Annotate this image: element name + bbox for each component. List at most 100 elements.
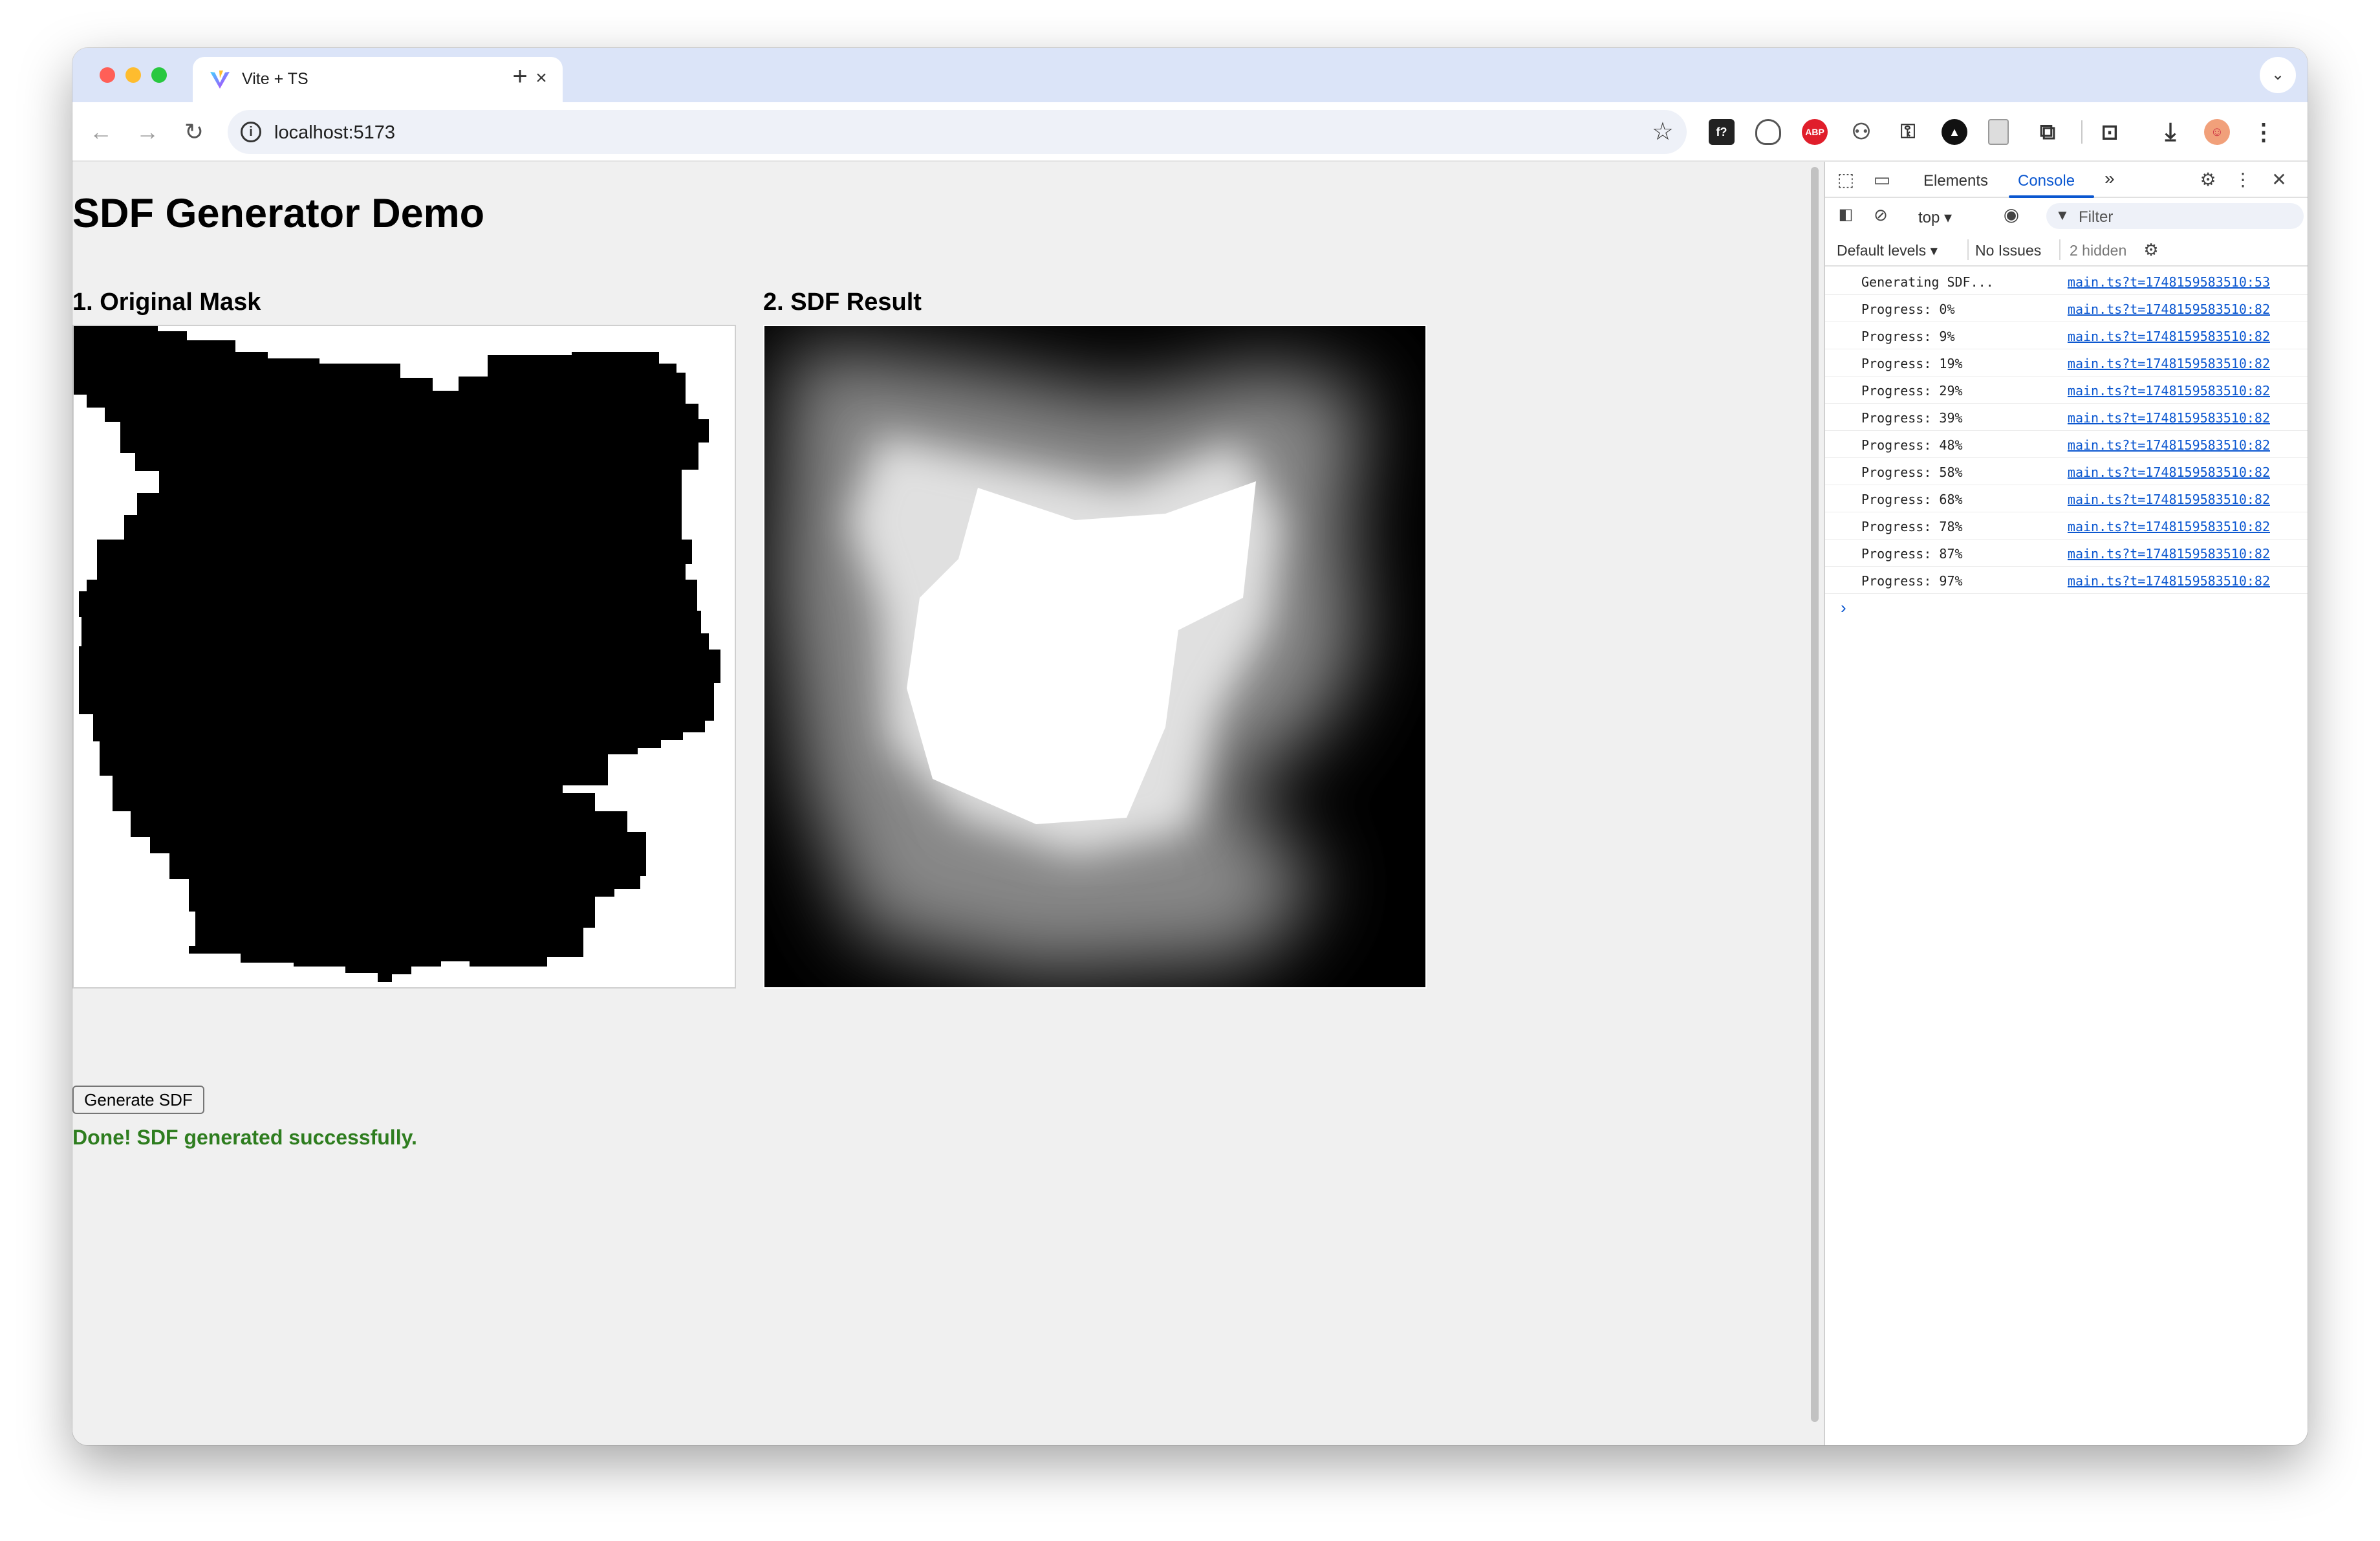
- console-log-row: Progress: 39% main.ts?t=1748159583510:82: [1825, 404, 2308, 431]
- download-icon[interactable]: ⤓: [2158, 119, 2183, 145]
- live-expression-eye-icon[interactable]: ◉: [2000, 203, 2023, 226]
- back-button[interactable]: ←: [81, 113, 120, 151]
- console-log-source-link[interactable]: main.ts?t=1748159583510:82: [2068, 546, 2270, 562]
- context-selector[interactable]: top ▾: [1918, 208, 1952, 227]
- extension-fx-icon[interactable]: f?: [1709, 119, 1735, 145]
- page-scrollbar[interactable]: [1806, 162, 1824, 1445]
- console-log-source-link[interactable]: main.ts?t=1748159583510:82: [2068, 519, 2270, 534]
- console-filter-input[interactable]: ▼ Filter: [2046, 203, 2304, 229]
- mask-shape-image: [74, 326, 720, 982]
- tab-console[interactable]: Console: [2018, 172, 2075, 190]
- hidden-count: 2 hidden: [2070, 242, 2127, 259]
- bookmark-star-icon[interactable]: ☆: [1652, 118, 1674, 146]
- sdf-result-canvas: [763, 325, 1427, 989]
- inspect-element-icon[interactable]: ⬚: [1834, 168, 1857, 191]
- zoom-window-button[interactable]: [151, 67, 167, 83]
- console-log-row: Progress: 87% main.ts?t=1748159583510:82: [1825, 540, 2308, 567]
- profile-avatar[interactable]: ☺: [2204, 119, 2230, 145]
- status-message: Done! SDF generated successfully.: [72, 1126, 417, 1149]
- console-log-source-link[interactable]: main.ts?t=1748159583510:82: [2068, 492, 2270, 507]
- extension-puzzle-face-icon[interactable]: ⚇: [1848, 119, 1874, 145]
- sdf-result-heading: 2. SDF Result: [763, 289, 922, 316]
- extension-gift-icon[interactable]: ⚿: [1895, 119, 1921, 145]
- browser-window: Vite + TS × + ⌄ ← → ↻ i localhost:5173 ☆…: [72, 48, 2308, 1445]
- toolbar-divider: [2081, 120, 2082, 144]
- extensions-menu-icon[interactable]: ⧉: [2035, 119, 2061, 145]
- browser-toolbar: ← → ↻ i localhost:5173 ☆ f? ABP ⚇ ⚿ ▲ ⧉ …: [72, 102, 2308, 162]
- console-levels-bar: Default levels ▾ No Issues 2 hidden ⚙: [1825, 233, 2308, 267]
- devtools-menu-icon[interactable]: ⋮: [2231, 168, 2255, 191]
- generate-sdf-button[interactable]: Generate SDF: [72, 1086, 204, 1114]
- extension-triangle-icon[interactable]: ▲: [1942, 119, 1967, 145]
- console-log-row: Progress: 9% main.ts?t=1748159583510:82: [1825, 322, 2308, 349]
- console-settings-icon[interactable]: ⚙: [2139, 238, 2163, 261]
- console-log-row: Progress: 58% main.ts?t=1748159583510:82: [1825, 458, 2308, 485]
- active-tab-indicator: [2009, 195, 2094, 198]
- console-log-source-link[interactable]: main.ts?t=1748159583510:82: [2068, 410, 2270, 426]
- close-devtools-icon[interactable]: ✕: [2267, 168, 2291, 191]
- forward-button[interactable]: →: [128, 113, 167, 151]
- console-log-row: Progress: 78% main.ts?t=1748159583510:82: [1825, 512, 2308, 540]
- console-log-message: Progress: 9%: [1861, 329, 1955, 344]
- tab-elements[interactable]: Elements: [1923, 172, 1988, 190]
- console-log-row: Progress: 19% main.ts?t=1748159583510:82: [1825, 349, 2308, 377]
- filter-icon: ▼: [2055, 207, 2070, 223]
- scrollbar-thumb[interactable]: [1811, 167, 1819, 1422]
- console-log-source-link[interactable]: main.ts?t=1748159583510:82: [2068, 356, 2270, 371]
- console-log-message: Progress: 39%: [1861, 410, 1963, 426]
- screenshot-icon[interactable]: ⊡: [2097, 119, 2123, 145]
- page-content: SDF Generator Demo 1. Original Mask 2. S…: [72, 162, 1806, 1445]
- console-log-row: Generating SDF... main.ts?t=1748159583510…: [1825, 268, 2308, 295]
- levels-divider: [1967, 239, 1969, 260]
- devtools-panel: ⬚ ▭ Elements Console » ⚙ ⋮ ✕ ◧ ⊘ top ▾ ◉…: [1824, 162, 2308, 1445]
- console-log-message: Progress: 48%: [1861, 437, 1963, 453]
- extension-page-icon[interactable]: [1988, 119, 2009, 145]
- device-toolbar-icon[interactable]: ▭: [1870, 168, 1894, 191]
- address-bar[interactable]: i localhost:5173 ☆: [228, 110, 1687, 154]
- console-toolbar: ◧ ⊘ top ▾ ◉ ▼ Filter: [1825, 199, 2308, 233]
- console-log-message: Progress: 68%: [1861, 492, 1963, 507]
- console-log-source-link[interactable]: main.ts?t=1748159583510:82: [2068, 464, 2270, 480]
- issues-count[interactable]: No Issues: [1975, 242, 2041, 259]
- console-log-source-link[interactable]: main.ts?t=1748159583510:82: [2068, 383, 2270, 399]
- console-log-source-link[interactable]: main.ts?t=1748159583510:53: [2068, 274, 2270, 290]
- extension-shield-icon[interactable]: [1755, 119, 1781, 145]
- console-log-message: Progress: 87%: [1861, 546, 1963, 562]
- console-log-message: Progress: 97%: [1861, 573, 1963, 589]
- clear-console-icon[interactable]: ⊘: [1869, 203, 1892, 226]
- browser-menu-icon[interactable]: ⋮: [2251, 119, 2277, 145]
- tab-search-button[interactable]: ⌄: [2260, 57, 2296, 93]
- console-log-message: Progress: 0%: [1861, 301, 1955, 317]
- log-levels-dropdown[interactable]: Default levels ▾: [1837, 242, 1938, 259]
- console-log-row: Progress: 68% main.ts?t=1748159583510:82: [1825, 485, 2308, 512]
- console-log-message: Progress: 78%: [1861, 519, 1963, 534]
- console-log-message: Progress: 58%: [1861, 464, 1963, 480]
- filter-placeholder: Filter: [2079, 208, 2114, 226]
- devtools-tab-bar: ⬚ ▭ Elements Console » ⚙ ⋮ ✕: [1825, 162, 2308, 198]
- sdf-gradient-image: [764, 326, 1425, 987]
- console-log: Generating SDF... main.ts?t=1748159583510…: [1825, 268, 2308, 621]
- console-log-source-link[interactable]: main.ts?t=1748159583510:82: [2068, 573, 2270, 589]
- more-tabs-icon[interactable]: »: [2104, 168, 2115, 189]
- settings-gear-icon[interactable]: ⚙: [2196, 168, 2220, 191]
- console-log-message: Generating SDF...: [1861, 274, 1994, 290]
- issues-divider: [2059, 239, 2061, 260]
- reload-button[interactable]: ↻: [175, 113, 213, 151]
- console-log-row: Progress: 0% main.ts?t=1748159583510:82: [1825, 295, 2308, 322]
- console-log-source-link[interactable]: main.ts?t=1748159583510:82: [2068, 301, 2270, 317]
- console-log-source-link[interactable]: main.ts?t=1748159583510:82: [2068, 329, 2270, 344]
- console-log-row: Progress: 48% main.ts?t=1748159583510:82: [1825, 431, 2308, 458]
- sidebar-toggle-icon[interactable]: ◧: [1834, 203, 1857, 226]
- console-log-source-link[interactable]: main.ts?t=1748159583510:82: [2068, 437, 2270, 453]
- adblock-plus-icon[interactable]: ABP: [1802, 119, 1828, 145]
- console-log-message: Progress: 29%: [1861, 383, 1963, 399]
- site-info-icon[interactable]: i: [241, 122, 261, 142]
- new-tab-button[interactable]: +: [502, 58, 538, 94]
- minimize-window-button[interactable]: [125, 67, 141, 83]
- console-log-row: Progress: 97% main.ts?t=1748159583510:82: [1825, 567, 2308, 594]
- console-prompt[interactable]: ›: [1825, 594, 2308, 621]
- close-window-button[interactable]: [100, 67, 115, 83]
- tab-title: Vite + TS: [242, 70, 308, 88]
- url-text[interactable]: localhost:5173: [274, 122, 395, 144]
- original-mask-heading: 1. Original Mask: [72, 289, 261, 316]
